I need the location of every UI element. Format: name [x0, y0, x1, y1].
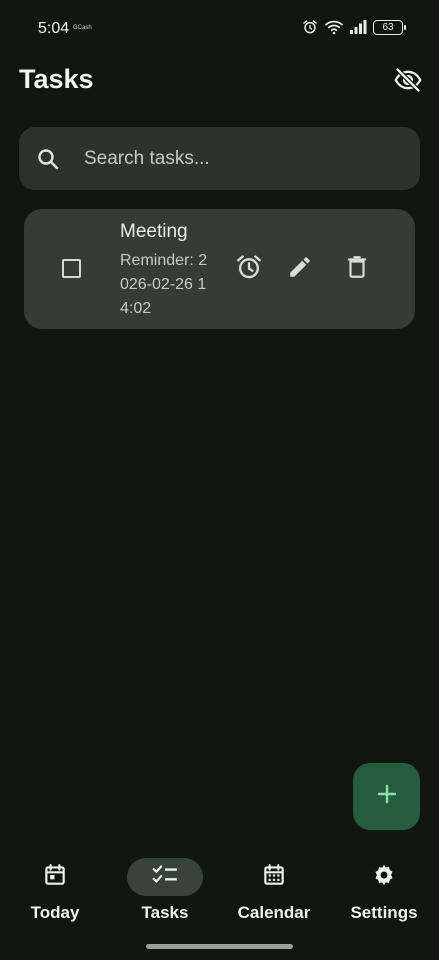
battery-icon: 63 — [373, 19, 406, 35]
search-bar[interactable] — [19, 127, 420, 190]
search-input[interactable] — [82, 137, 420, 180]
checklist-icon — [151, 862, 179, 893]
edit-task-button[interactable] — [286, 255, 314, 283]
status-time: 5:04 — [38, 20, 70, 37]
nav-label-tasks: Tasks — [141, 903, 189, 922]
nav-label-calendar: Calendar — [237, 903, 311, 922]
set-reminder-button[interactable] — [235, 253, 263, 286]
status-carrier: GCash — [73, 25, 92, 31]
add-task-button[interactable] — [353, 763, 420, 830]
alarm-icon — [235, 253, 263, 286]
nav-icon-wrap — [17, 858, 93, 896]
delete-task-button[interactable] — [343, 255, 371, 283]
add-icon — [376, 783, 398, 810]
home-indicator[interactable] — [146, 944, 293, 949]
nav-active-indicator — [127, 858, 203, 896]
task-checkbox[interactable] — [62, 259, 81, 278]
visibility-toggle-button[interactable] — [392, 66, 424, 98]
status-bar: 5:04 GCash 63 — [0, 0, 439, 58]
wifi-icon — [324, 19, 344, 35]
pencil-icon — [287, 254, 313, 285]
signal-icon — [350, 20, 367, 34]
alarm-icon — [302, 19, 318, 35]
nav-item-calendar[interactable]: Calendar — [219, 858, 329, 933]
gear-icon — [371, 862, 397, 893]
status-icons: 63 — [302, 19, 406, 35]
visibility-off-icon — [394, 66, 422, 99]
nav-item-settings[interactable]: Settings — [329, 858, 439, 933]
calendar-today-icon — [42, 862, 68, 893]
search-icon — [36, 147, 60, 171]
nav-item-today[interactable]: Today — [0, 858, 110, 933]
page-title: Tasks — [19, 64, 94, 94]
task-title: Meeting — [120, 221, 188, 242]
nav-label-today: Today — [30, 903, 80, 922]
nav-label-settings: Settings — [350, 903, 418, 922]
task-card[interactable]: Meeting Reminder: 2026-02-26 14:02 — [24, 209, 415, 329]
nav-icon-wrap — [346, 858, 422, 896]
nav-icon-wrap — [236, 858, 312, 896]
calendar-month-icon — [261, 862, 287, 893]
trash-icon — [344, 254, 370, 285]
task-reminder: Reminder: 2026-02-26 14:02 — [120, 252, 208, 317]
nav-item-tasks[interactable]: Tasks — [110, 858, 220, 933]
